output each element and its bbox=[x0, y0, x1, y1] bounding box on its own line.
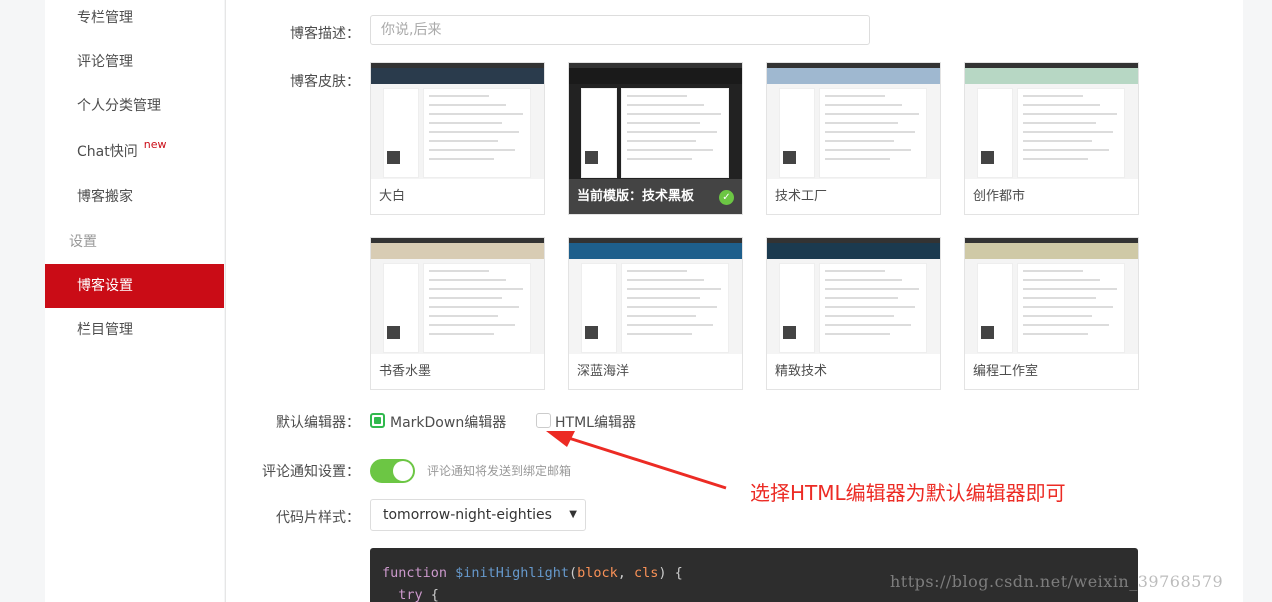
skin-name: 书香水墨 bbox=[379, 364, 432, 379]
comment-notify-hint: 评论通知将发送到绑定邮箱 bbox=[427, 464, 572, 478]
skin-name: 技术工厂 bbox=[775, 189, 828, 204]
code-function-name: $initHighlight bbox=[455, 565, 569, 581]
check-icon: ✓ bbox=[719, 190, 734, 205]
sidebar-item-label: 专栏管理 bbox=[77, 10, 133, 26]
sidebar-item-blog-move[interactable]: 博客搬家 bbox=[45, 175, 224, 219]
code-keyword: function bbox=[382, 565, 448, 581]
skin-thumbnail bbox=[767, 238, 940, 354]
html-editor-checkbox[interactable] bbox=[536, 413, 551, 428]
watermark: https://blog.csdn.net/weixin_39768579 bbox=[890, 572, 1224, 591]
skin-option[interactable]: 书香水墨 bbox=[370, 237, 545, 390]
skin-name: 深蓝海洋 bbox=[577, 364, 630, 379]
sidebar-item-label: 个人分类管理 bbox=[77, 98, 161, 114]
sidebar: 专栏管理 评论管理 个人分类管理 Chat快问 new 博客搬家 设置 博客设置 … bbox=[45, 0, 224, 602]
skin-option[interactable]: 精致技术 bbox=[766, 237, 941, 390]
markdown-editor-label[interactable]: MarkDown编辑器 bbox=[390, 412, 506, 432]
sidebar-item-column-management[interactable]: 专栏管理 bbox=[45, 0, 224, 40]
sidebar-item-chat[interactable]: Chat快问 new bbox=[45, 130, 224, 174]
html-editor-label[interactable]: HTML编辑器 bbox=[555, 412, 636, 432]
comment-notify-toggle[interactable] bbox=[370, 459, 415, 483]
markdown-editor-checkbox[interactable] bbox=[370, 413, 385, 428]
skin-name: 大白 bbox=[379, 189, 406, 204]
skin-thumbnail bbox=[965, 63, 1138, 179]
code-param: block bbox=[577, 565, 618, 581]
default-editor-label: 默认编辑器： bbox=[276, 415, 360, 431]
skin-name: 创作都市 bbox=[973, 189, 1026, 204]
sidebar-heading-settings: 设置 bbox=[69, 234, 97, 250]
skin-option[interactable]: 大白 bbox=[370, 62, 545, 215]
code-style-label: 代码片样式： bbox=[276, 510, 360, 526]
skin-thumbnail bbox=[371, 238, 544, 354]
skin-option[interactable]: 当前模版：技术黑板 ✓ bbox=[568, 62, 743, 215]
code-style-value: tomorrow-night-eighties bbox=[383, 507, 552, 523]
sidebar-item-label: 博客设置 bbox=[77, 278, 133, 294]
skin-option[interactable]: 编程工作室 bbox=[964, 237, 1139, 390]
skin-option[interactable]: 深蓝海洋 bbox=[568, 237, 743, 390]
sidebar-item-comment-management[interactable]: 评论管理 bbox=[45, 40, 224, 84]
skin-thumbnail bbox=[569, 238, 742, 354]
skin-name: 编程工作室 bbox=[973, 364, 1039, 379]
skin-option[interactable]: 创作都市 bbox=[964, 62, 1139, 215]
sidebar-item-label: 评论管理 bbox=[77, 54, 133, 70]
skin-thumbnail bbox=[569, 63, 742, 179]
blog-desc-input[interactable] bbox=[370, 15, 870, 45]
sidebar-item-category-management[interactable]: 个人分类管理 bbox=[45, 84, 224, 128]
skin-thumbnail bbox=[965, 238, 1138, 354]
toggle-knob bbox=[393, 461, 413, 481]
code-keyword: try bbox=[398, 587, 423, 602]
new-badge: new bbox=[143, 138, 167, 151]
code-param: cls bbox=[634, 565, 659, 581]
settings-panel: 博客描述： 博客皮肤： 大白 当前模版：技术黑板✓ 技术工厂 创作都市书香水墨 深蓝海洋… bbox=[225, 0, 1243, 602]
sidebar-item-blog-settings[interactable]: 博客设置 bbox=[45, 264, 224, 308]
comment-notify-label: 评论通知设置： bbox=[262, 464, 360, 480]
blog-desc-label: 博客描述： bbox=[290, 26, 360, 42]
sidebar-item-label: Chat快问 bbox=[77, 144, 138, 160]
sidebar-item-label: 博客搬家 bbox=[77, 189, 133, 205]
skin-thumbnail bbox=[371, 63, 544, 179]
code-style-select[interactable]: tomorrow-night-eighties ▼ bbox=[370, 499, 586, 531]
sidebar-item-column-settings[interactable]: 栏目管理 bbox=[45, 308, 224, 352]
dropdown-arrow-icon: ▼ bbox=[569, 509, 577, 520]
skin-thumbnail bbox=[767, 63, 940, 179]
skin-name: 精致技术 bbox=[775, 364, 828, 379]
skin-name: 当前模版：技术黑板 bbox=[569, 179, 742, 214]
skin-option[interactable]: 技术工厂 bbox=[766, 62, 941, 215]
annotation-text: 选择HTML编辑器为默认编辑器即可 bbox=[750, 481, 1066, 505]
sidebar-item-label: 栏目管理 bbox=[77, 322, 133, 338]
blog-skin-label: 博客皮肤： bbox=[290, 74, 360, 90]
